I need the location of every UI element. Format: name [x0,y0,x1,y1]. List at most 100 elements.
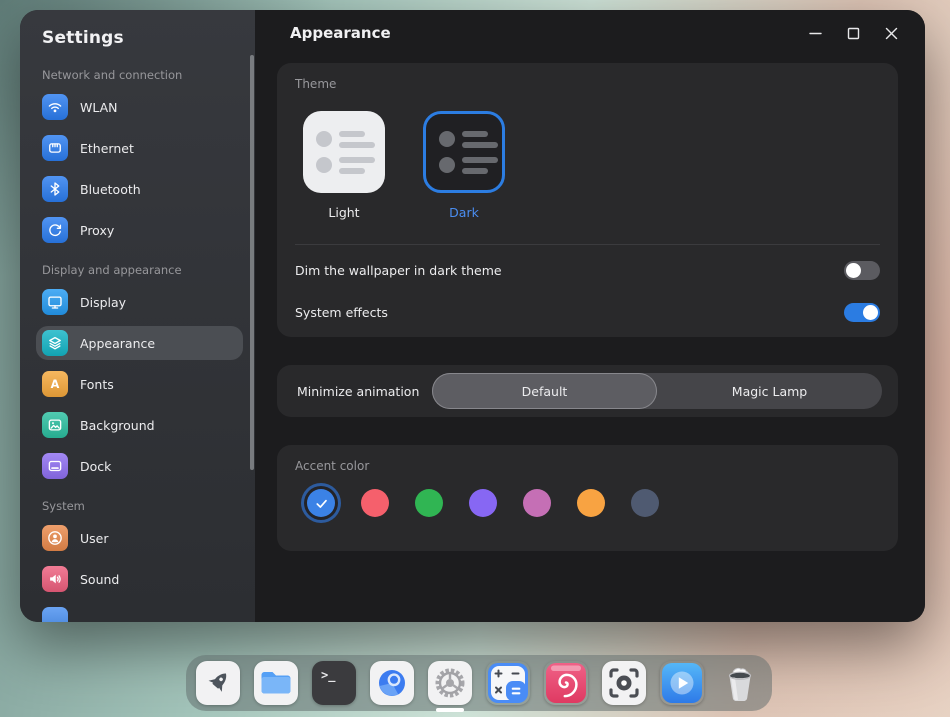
sidebar-item-wlan[interactable]: WLAN [36,90,243,124]
preview-bar [462,142,498,148]
system-effects-label: System effects [295,305,388,320]
trash-bin-icon [718,661,762,705]
dark-theme-preview[interactable] [423,111,505,193]
ethernet-port-icon [42,135,68,161]
sidebar-item-label: Sound [80,572,119,587]
capture-frame-icon [602,661,646,705]
settings-window: Settings Network and connection WLAN Eth… [20,10,925,622]
sidebar-item-user[interactable]: User [36,521,243,555]
system-effects-toggle[interactable] [844,303,880,322]
system-effects-row: System effects [295,295,880,329]
browser-globe-icon [370,661,414,705]
light-theme-preview[interactable] [303,111,385,193]
sidebar-item-label: Bluetooth [80,182,141,197]
theme-options: Light [303,111,880,220]
close-button[interactable] [879,21,903,45]
sidebar-item-partial[interactable] [36,603,243,622]
preview-row [316,131,385,148]
preview-bar [339,157,375,163]
dim-wallpaper-label: Dim the wallpaper in dark theme [295,263,502,278]
wifi-icon [42,94,68,120]
maximize-button[interactable] [841,21,865,45]
dim-wallpaper-row: Dim the wallpaper in dark theme [295,253,880,287]
sidebar-item-fonts[interactable]: A Fonts [36,367,243,401]
preview-bars [462,131,498,148]
terminal-glyph: >_ [321,668,335,682]
preview-dot [439,131,455,147]
toggle-knob [863,305,878,320]
preview-row [316,157,385,174]
dock-item-launcher[interactable] [196,661,240,705]
picture-icon [42,412,68,438]
theme-option-light[interactable]: Light [303,111,385,220]
bluetooth-icon [42,176,68,202]
rocket-icon [196,661,240,705]
sidebar-item-ethernet[interactable]: Ethernet [36,131,243,165]
theme-section-label: Theme [295,77,880,91]
preview-bar [462,168,488,174]
section-label-system: System [42,499,233,513]
active-app-indicator [436,708,464,712]
sidebar-item-appearance[interactable]: Appearance [36,326,243,360]
sidebar-item-sound[interactable]: Sound [36,562,243,596]
theme-card: Theme [277,63,898,337]
swatch-purple[interactable] [469,489,497,517]
swatch-blue[interactable] [307,489,335,517]
clipped-app-icon [42,607,68,622]
preview-bar [339,142,375,148]
dock-item-app-store[interactable] [544,661,588,705]
sidebar-item-label: Appearance [80,336,155,351]
window-controls [803,21,903,45]
animation-segmented-control: Default Magic Lamp [432,373,882,409]
preview-dot [439,157,455,173]
sidebar-item-label: Display [80,295,126,310]
swatch-pink[interactable] [523,489,551,517]
sidebar-item-display[interactable]: Display [36,285,243,319]
calculator-icon [486,661,530,705]
play-circle-icon [660,661,704,705]
segment-magic-lamp[interactable]: Magic Lamp [657,373,882,409]
minimize-button[interactable] [803,21,827,45]
swatch-red[interactable] [361,489,389,517]
swatch-orange[interactable] [577,489,605,517]
dock-panel-icon [42,453,68,479]
app-title: Settings [42,28,255,48]
sidebar-item-label: User [80,531,109,546]
sidebar-item-label: WLAN [80,100,118,115]
section-label-network: Network and connection [42,68,233,82]
dock-item-browser[interactable] [370,661,414,705]
dock-item-calculator[interactable] [486,661,530,705]
layers-icon [42,330,68,356]
sidebar-item-bluetooth[interactable]: Bluetooth [36,172,243,206]
divider [295,244,880,245]
dock-item-screenshot[interactable] [602,661,646,705]
segment-default[interactable]: Default [432,373,657,409]
minimize-animation-label: Minimize animation [297,384,419,399]
sidebar-item-dock[interactable]: Dock [36,449,243,483]
sidebar: Settings Network and connection WLAN Eth… [20,10,255,622]
preview-row [439,157,502,174]
gear-icon [428,661,472,705]
dock-item-control-center[interactable] [428,661,472,705]
preview-dot [316,131,332,147]
dock-item-file-manager[interactable] [254,661,298,705]
swatch-green[interactable] [415,489,443,517]
sidebar-scrollbar[interactable] [250,55,254,470]
accent-color-label: Accent color [295,459,880,473]
terminal-prompt-icon: >_ [312,661,356,705]
preview-dot [316,157,332,173]
light-theme-label: Light [328,205,359,220]
sidebar-item-background[interactable]: Background [36,408,243,442]
preview-bar [339,131,365,137]
dock-item-trash[interactable] [718,661,762,705]
sidebar-item-proxy[interactable]: Proxy [36,213,243,247]
theme-option-dark[interactable]: Dark [423,111,505,220]
swatch-gray[interactable] [631,489,659,517]
monitor-icon [42,289,68,315]
dock-item-terminal[interactable]: >_ [312,661,356,705]
dim-wallpaper-toggle[interactable] [844,261,880,280]
dock-item-media-player[interactable] [660,661,704,705]
sidebar-item-label: Dock [80,459,111,474]
preview-row [439,131,502,148]
minimize-animation-card: Minimize animation Default Magic Lamp [277,365,898,417]
